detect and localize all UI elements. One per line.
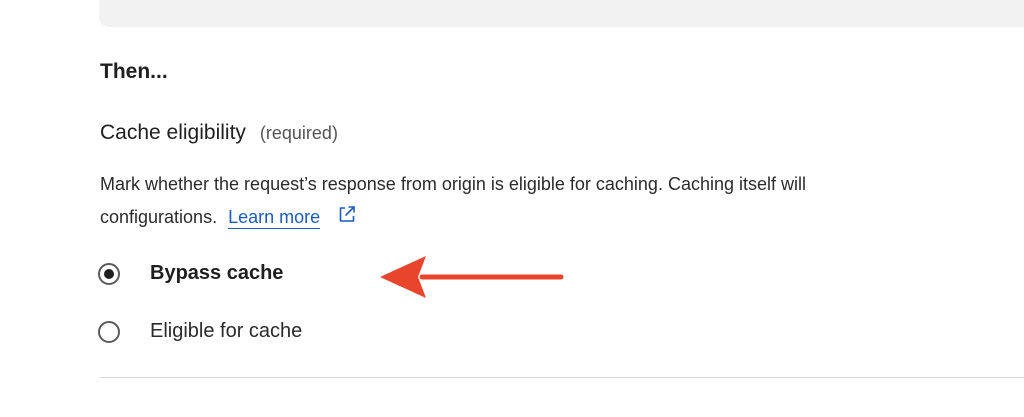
- section-divider: [100, 377, 1024, 378]
- radio-unselected-icon[interactable]: [98, 320, 120, 343]
- description-line-2: configurations. Learn more: [100, 201, 1024, 234]
- external-link-icon[interactable]: [337, 204, 357, 224]
- radio-dot: [104, 268, 114, 279]
- then-heading: Then...: [100, 60, 168, 83]
- cache-eligibility-description: Mark whether the request’s response from…: [100, 168, 1024, 234]
- eligible-for-cache-option[interactable]: Eligible for cache: [98, 320, 302, 343]
- previous-section-panel: [99, 0, 1024, 27]
- eligible-for-cache-label[interactable]: Eligible for cache: [150, 320, 302, 343]
- bypass-cache-label[interactable]: Bypass cache: [150, 262, 283, 285]
- left-arrow-icon: [380, 256, 564, 298]
- description-line-2-text: configurations.: [100, 207, 218, 227]
- cache-eligibility-title: Cache eligibility: [100, 121, 246, 144]
- learn-more-link[interactable]: Learn more: [228, 207, 321, 229]
- bypass-cache-option[interactable]: Bypass cache: [98, 262, 283, 285]
- cache-eligibility-title-row: Cache eligibility (required): [100, 121, 338, 145]
- required-label: (required): [259, 123, 338, 143]
- description-line-1: Mark whether the request’s response from…: [100, 174, 806, 194]
- radio-selected-icon[interactable]: [98, 262, 120, 285]
